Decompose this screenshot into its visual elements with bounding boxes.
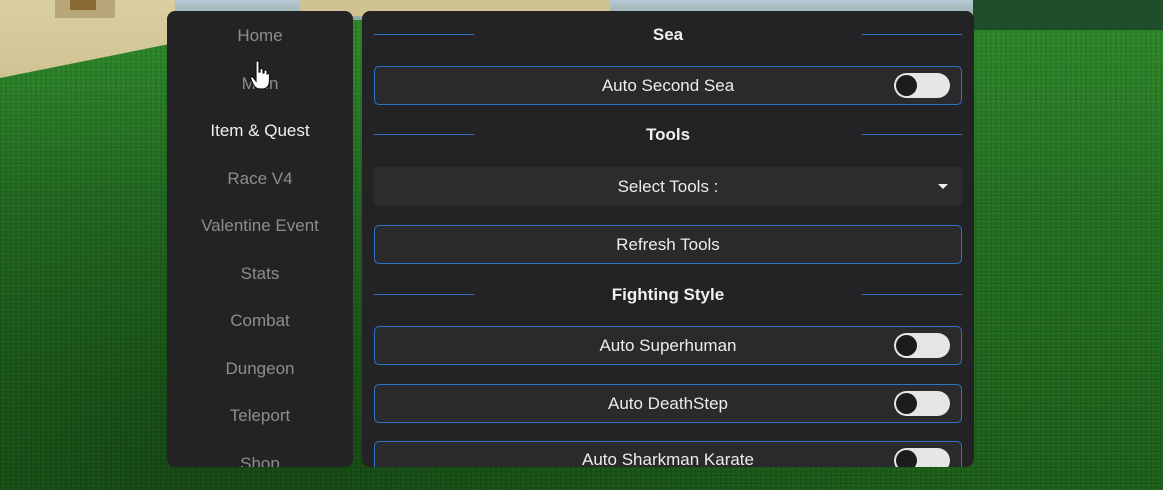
auto-second-sea-toggle[interactable] — [894, 73, 950, 98]
refresh-tools-button[interactable]: Refresh Tools — [374, 225, 962, 264]
divider-line — [862, 294, 962, 295]
section-header-fighting-style: Fighting Style — [374, 280, 962, 310]
section-header-tools: Tools — [374, 120, 962, 150]
select-tools-label: Select Tools : — [617, 177, 719, 196]
refresh-tools-label: Refresh Tools — [616, 235, 720, 254]
auto-superhuman-toggle[interactable] — [894, 333, 950, 358]
auto-second-sea-toggle-row[interactable]: Auto Second Sea — [374, 66, 962, 105]
toggle-knob — [896, 335, 917, 356]
auto-deathstep-label: Auto DeathStep — [607, 394, 729, 413]
toggle-knob — [896, 393, 917, 414]
divider-line — [374, 34, 474, 35]
divider-line — [862, 34, 962, 35]
toggle-knob — [896, 75, 917, 96]
section-header-sea: Sea — [374, 20, 962, 50]
toggle-knob — [896, 450, 917, 467]
sidebar-item-combat[interactable]: Combat — [167, 306, 353, 336]
sidebar-item-teleport[interactable]: Teleport — [167, 401, 353, 431]
section-title-fighting-style: Fighting Style — [611, 285, 725, 304]
hand-pointer-icon — [250, 60, 270, 90]
divider-line — [374, 294, 474, 295]
crate-background — [70, 0, 96, 10]
auto-sharkman-karate-toggle[interactable] — [894, 448, 950, 467]
caret-down-icon — [938, 184, 948, 189]
auto-superhuman-toggle-row[interactable]: Auto Superhuman — [374, 326, 962, 365]
sidebar-item-valentine-event[interactable]: Valentine Event — [167, 211, 353, 241]
sidebar-item-item-quest[interactable]: Item & Quest — [167, 116, 353, 146]
auto-sharkman-karate-toggle-row[interactable]: Auto Sharkman Karate — [374, 441, 962, 467]
auto-deathstep-toggle-row[interactable]: Auto DeathStep — [374, 384, 962, 423]
sidebar-item-stats[interactable]: Stats — [167, 259, 353, 289]
tree-background — [973, 0, 1163, 30]
section-title-sea: Sea — [652, 25, 684, 44]
auto-superhuman-label: Auto Superhuman — [599, 336, 737, 355]
sidebar-item-home[interactable]: Home — [167, 21, 353, 51]
section-title-tools: Tools — [645, 125, 691, 144]
divider-line — [862, 134, 962, 135]
auto-sharkman-karate-label: Auto Sharkman Karate — [582, 450, 754, 467]
select-tools-dropdown[interactable]: Select Tools : — [374, 167, 962, 206]
sidebar-item-dungeon[interactable]: Dungeon — [167, 354, 353, 384]
auto-second-sea-label: Auto Second Sea — [601, 76, 735, 95]
main-panel: Sea Auto Second Sea Tools Select Tools :… — [362, 11, 974, 467]
divider-line — [374, 134, 474, 135]
sidebar-item-shop[interactable]: Shop — [167, 449, 353, 467]
auto-deathstep-toggle[interactable] — [894, 391, 950, 416]
sidebar-item-race-v4[interactable]: Race V4 — [167, 164, 353, 194]
